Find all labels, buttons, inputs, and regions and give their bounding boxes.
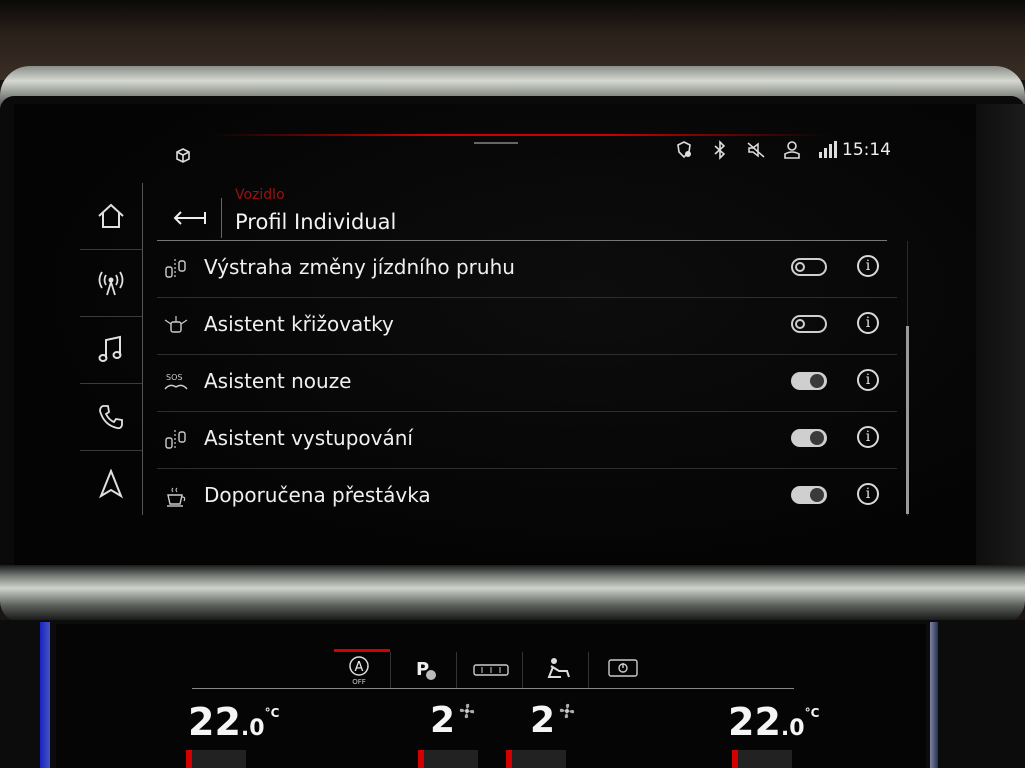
emergency-assist-icon: SOS — [164, 373, 188, 390]
home-icon — [98, 203, 124, 228]
drag-handle[interactable] — [474, 142, 518, 144]
svg-text:A: A — [355, 660, 364, 675]
svg-text:SOS: SOS — [166, 373, 182, 382]
rail-item-home[interactable] — [80, 183, 142, 250]
left-seat-heat-bar[interactable] — [186, 750, 246, 768]
auto-off-button[interactable]: A OFF — [328, 652, 391, 688]
toggle-switch[interactable] — [791, 486, 827, 504]
red-accent-line — [209, 134, 829, 136]
seat-button[interactable] — [526, 652, 589, 688]
clock: 15:14 — [842, 140, 891, 160]
seat-icon — [547, 658, 570, 678]
right-seat-heat-bar[interactable] — [732, 750, 792, 768]
location-shield-icon — [672, 138, 696, 162]
left-rail — [80, 183, 143, 515]
display-off-button[interactable] — [592, 652, 654, 688]
info-icon[interactable]: i — [857, 426, 879, 448]
info-icon[interactable]: i — [857, 483, 879, 505]
right-fan-level[interactable]: 2 — [530, 700, 555, 741]
auto-off-icon: A OFF — [349, 656, 369, 686]
defrost-icon — [473, 664, 509, 676]
info-icon[interactable]: i — [857, 312, 879, 334]
toggle-knob — [810, 488, 824, 502]
list-item[interactable]: Výstraha změny jízdního pruhu i — [157, 241, 897, 298]
toggle-switch[interactable] — [791, 258, 827, 276]
toggle-switch[interactable] — [791, 429, 827, 447]
parking-icon: P — [416, 659, 436, 680]
rest-recommendation-icon — [167, 487, 186, 507]
back-button[interactable] — [157, 198, 222, 238]
parking-button[interactable]: P — [394, 652, 457, 688]
climate-divider — [192, 688, 794, 689]
bezel-right — [976, 104, 1025, 574]
navigation-icon — [98, 469, 124, 499]
toggle-knob — [810, 374, 824, 388]
exit-warning-icon — [165, 430, 186, 450]
svg-text:OFF: OFF — [352, 678, 366, 686]
toggle-knob — [810, 431, 824, 445]
status-icons — [672, 138, 840, 162]
right-temperature[interactable]: 22.0°C — [728, 700, 819, 744]
list-item[interactable]: Asistent vystupování i — [157, 412, 897, 469]
settings-list: Výstraha změny jízdního pruhu i Asistent… — [157, 241, 897, 525]
rail-item-phone[interactable] — [80, 384, 142, 451]
toggle-knob — [795, 319, 805, 329]
display-power-icon — [608, 659, 638, 677]
scrollbar[interactable] — [906, 326, 909, 514]
phone-icon — [99, 405, 123, 430]
list-item[interactable]: Doporučena přestávka i — [157, 469, 897, 525]
fan-icon — [559, 703, 575, 719]
list-item[interactable]: SOS Asistent nouze i — [157, 355, 897, 412]
intersection-assist-icon — [164, 316, 188, 333]
climate-screen: A OFF P 22.0°C 2 2 22.0°C — [56, 624, 926, 768]
breadcrumb[interactable]: Vozidlo — [235, 187, 285, 203]
list-item-label: Doporučena přestávka — [204, 483, 431, 507]
rail-item-music[interactable] — [80, 317, 142, 384]
bluetooth-icon — [708, 138, 732, 162]
radio-icon — [98, 271, 124, 296]
list-item-label: Výstraha změny jízdního pruhu — [204, 255, 515, 279]
left-fan-level[interactable]: 2 — [430, 700, 455, 741]
info-icon[interactable]: i — [857, 369, 879, 391]
left-airflow-bar[interactable] — [418, 750, 478, 768]
user-profile-icon — [780, 138, 804, 162]
lane-change-warning-icon — [165, 259, 186, 279]
status-bar: 15:14 — [14, 104, 976, 164]
toggle-switch[interactable] — [791, 315, 827, 333]
fan-icon — [459, 703, 475, 719]
toggle-switch[interactable] — [791, 372, 827, 390]
rail-item-navigation[interactable] — [80, 451, 142, 517]
list-item-label: Asistent nouze — [204, 369, 352, 393]
list-item[interactable]: Asistent křižovatky i — [157, 298, 897, 355]
left-temperature[interactable]: 22.0°C — [188, 700, 279, 744]
lte-signal-icon — [816, 138, 840, 162]
right-airflow-bar[interactable] — [506, 750, 566, 768]
rail-item-radio[interactable] — [80, 250, 142, 317]
list-item-label: Asistent vystupování — [204, 426, 413, 450]
toggle-knob — [795, 262, 805, 272]
music-icon — [98, 335, 122, 362]
info-icon[interactable]: i — [857, 255, 879, 277]
ambient-light-left — [40, 622, 50, 768]
mute-icon — [744, 138, 768, 162]
list-item-label: Asistent křižovatky — [204, 312, 394, 336]
rear-defrost-button[interactable] — [460, 652, 523, 688]
back-arrow-icon — [173, 211, 206, 225]
ambient-light-right — [930, 622, 938, 768]
cube-icon[interactable] — [174, 147, 192, 165]
trim-strip-bottom — [0, 565, 1025, 623]
infotainment-screen: 15:14 Vozidlo Profil Individual Výstraha… — [14, 104, 976, 574]
page-title: Profil Individual — [235, 210, 397, 234]
